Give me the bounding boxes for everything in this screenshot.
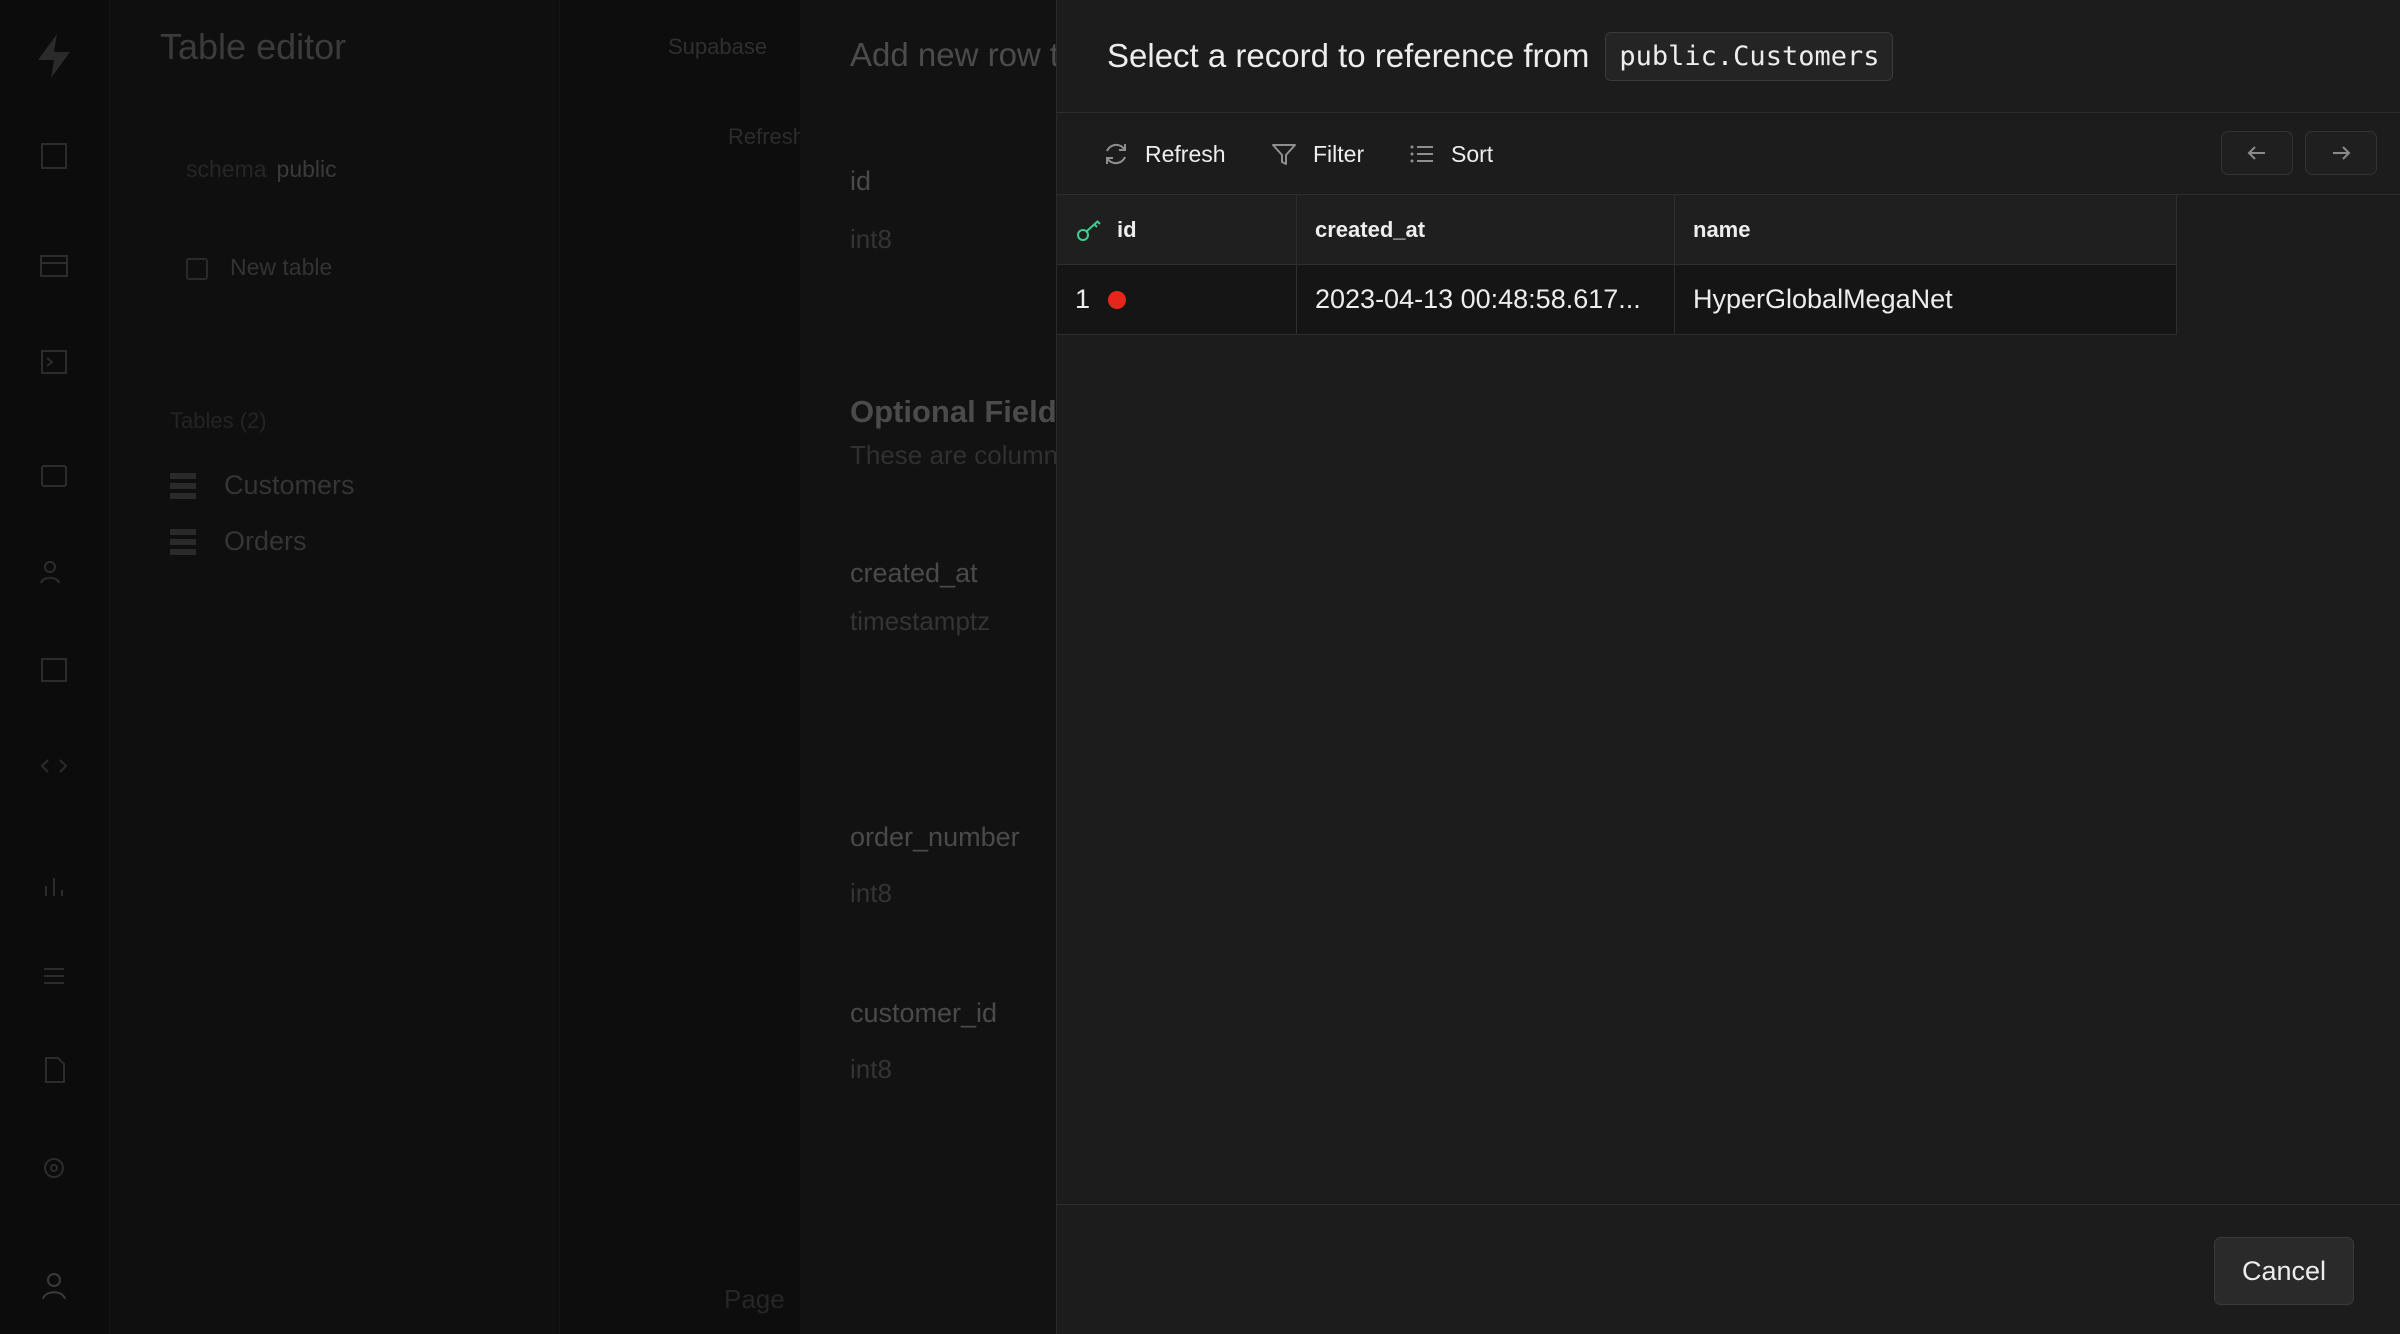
new-table-label: New table: [230, 254, 333, 280]
status-dot: [1108, 290, 1127, 309]
sql-editor-icon[interactable]: [34, 342, 74, 382]
cancel-button[interactable]: Cancel: [2214, 1237, 2354, 1305]
schema-label: schema: [186, 156, 267, 182]
field-label-id: id: [850, 166, 872, 196]
field-type-customer-id: int8: [850, 1054, 892, 1084]
table-row[interactable]: 1 2023-04-13 00:48:58.617... HyperGlobal…: [1057, 265, 2177, 335]
optional-fields-subtitle: These are columns that: [850, 440, 1060, 470]
optional-fields-title: Optional Fields: [850, 394, 1060, 429]
settings-icon[interactable]: [34, 1148, 74, 1188]
sidebar-item-orders[interactable]: Orders: [170, 526, 307, 557]
column-header-label: created_at: [1315, 216, 1426, 242]
supabase-logo-icon[interactable]: [28, 30, 80, 82]
sidebar-item-label: Customers: [224, 470, 355, 500]
table-reference-code: public.Customers: [1605, 31, 1894, 81]
logs-icon[interactable]: [34, 956, 74, 996]
grid-area-background: Supabase Refresh Page: [560, 0, 805, 1334]
edge-functions-icon[interactable]: [34, 746, 74, 786]
new-table-button[interactable]: New table: [186, 254, 332, 281]
storage-icon[interactable]: [34, 650, 74, 690]
panel-title: Select a record to reference from: [1107, 37, 1590, 74]
edit-icon: [186, 257, 208, 280]
column-header-created-at[interactable]: created_at: [1297, 195, 1675, 265]
filter-button[interactable]: Filter: [1269, 135, 1364, 173]
refresh-button[interactable]: Refresh: [1101, 135, 1226, 173]
records-grid: id created_at name 1 2023-04-13 00:48:58…: [1057, 195, 2177, 335]
reference-record-panel: Select a record to reference from public…: [1056, 0, 2400, 1334]
sidebar-item-customers[interactable]: Customers: [170, 470, 355, 501]
refresh-icon: [1106, 143, 1126, 165]
table-icon: [170, 472, 196, 499]
column-header-id[interactable]: id: [1057, 195, 1297, 265]
grid-header-row: id created_at name: [1057, 195, 2177, 265]
refresh-label: Refresh: [1145, 140, 1226, 167]
column-header-label: name: [1693, 216, 1751, 242]
database-icon[interactable]: [34, 456, 74, 496]
table-editor-icon[interactable]: [34, 246, 74, 286]
arrow-right-icon: [2333, 146, 2351, 160]
add-row-form: Add new row to Orders id int8 Optional F…: [800, 0, 1060, 1334]
table-icon: [170, 528, 196, 555]
cell-name-value: HyperGlobalMegaNet: [1693, 284, 1953, 314]
previous-page-button[interactable]: [2221, 131, 2293, 175]
arrow-left-icon: [2247, 146, 2265, 160]
sidebar-title: Table editor: [160, 26, 347, 67]
panel-footer: Cancel: [1057, 1204, 2400, 1334]
sort-label: Sort: [1451, 140, 1494, 167]
icon-rail: [0, 0, 110, 1334]
sidebar-item-label: Orders: [224, 526, 307, 556]
breadcrumb[interactable]: Supabase: [668, 34, 767, 60]
field-label-order-number: order_number: [850, 822, 1020, 852]
api-docs-icon[interactable]: [34, 1050, 74, 1090]
pagination-label: Page: [724, 1284, 785, 1314]
cell-id-value: 1: [1075, 284, 1091, 314]
field-label-created-at: created_at: [850, 558, 978, 588]
panel-toolbar: Refresh Filter Sort: [1057, 113, 2400, 195]
user-icon[interactable]: [34, 1266, 74, 1306]
field-type-id: int8: [850, 224, 892, 254]
auth-icon[interactable]: [34, 552, 74, 592]
refresh-button-background[interactable]: Refresh: [728, 124, 805, 150]
primary-key-icon: [1077, 219, 1101, 241]
sort-list-icon: [1410, 145, 1433, 163]
cell-name[interactable]: HyperGlobalMegaNet: [1675, 265, 2177, 335]
reports-icon[interactable]: [34, 866, 74, 906]
tables-header: Tables (2): [170, 408, 267, 433]
table-editor-sidebar: Table editor schema public New table Tabl…: [110, 0, 560, 1334]
cell-id[interactable]: 1: [1057, 265, 1297, 335]
column-header-name[interactable]: name: [1675, 195, 2177, 265]
sort-button[interactable]: Sort: [1407, 135, 1493, 173]
next-page-button[interactable]: [2305, 131, 2377, 175]
field-label-customer-id: customer_id: [850, 998, 998, 1028]
cell-created-at[interactable]: 2023-04-13 00:48:58.617...: [1297, 265, 1675, 335]
field-type-created-at: timestamptz: [850, 606, 991, 636]
cell-created-at-value: 2023-04-13 00:48:58.617...: [1315, 284, 1641, 314]
home-icon[interactable]: [34, 136, 74, 176]
panel-header: Select a record to reference from public…: [1057, 0, 2400, 113]
filter-label: Filter: [1313, 140, 1365, 167]
field-type-order-number: int8: [850, 878, 892, 908]
filter-icon: [1272, 144, 1296, 165]
schema-selector[interactable]: schema public: [186, 156, 337, 183]
column-header-label: id: [1117, 216, 1137, 242]
form-title: Add new row to Orders: [850, 36, 1060, 73]
schema-value: public: [276, 156, 337, 182]
